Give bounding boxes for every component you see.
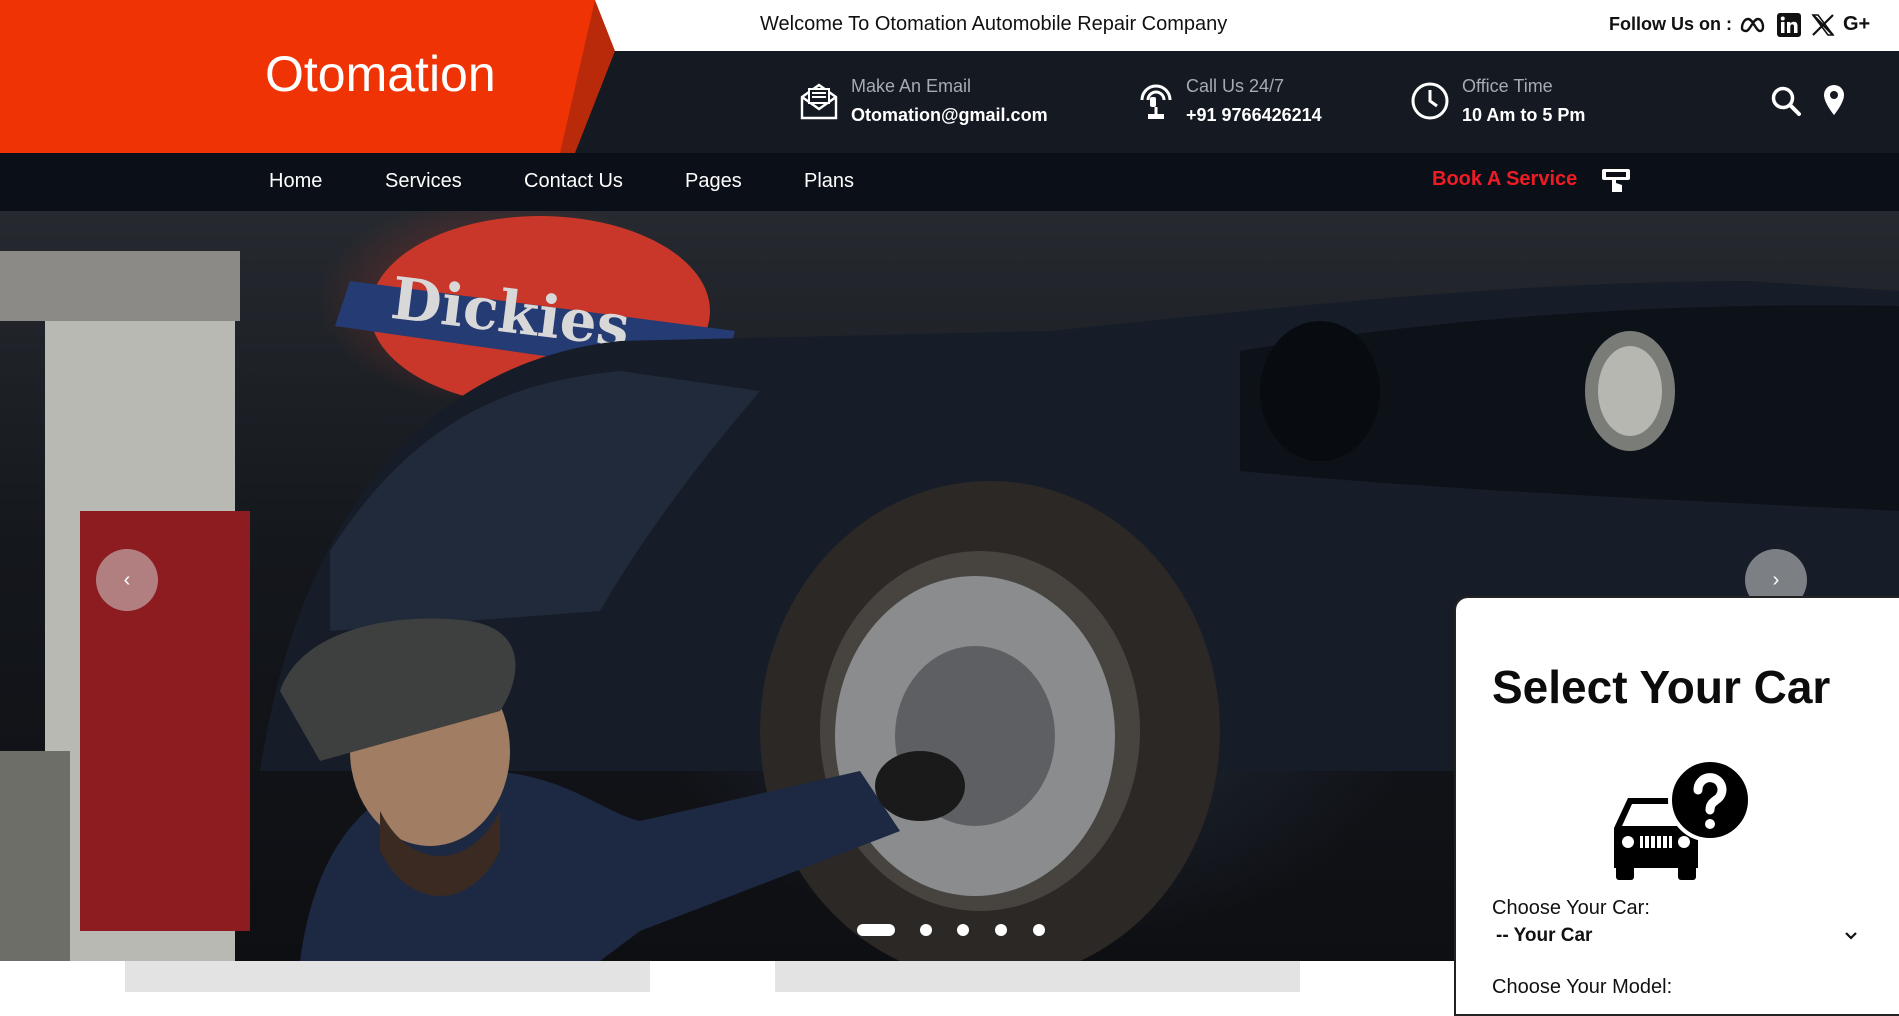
slider-dot[interactable] [995, 924, 1007, 936]
car-question-icon [1614, 758, 1752, 880]
site-logo[interactable]: Otomation [265, 45, 496, 103]
email-value[interactable]: Otomation@gmail.com [851, 105, 1048, 126]
office-info: Office Time 10 Am to 5 Pm [1462, 76, 1585, 126]
slider-prev-button[interactable]: ‹ [96, 549, 158, 611]
meta-icon[interactable] [1739, 12, 1765, 38]
welcome-text: Welcome To Otomation Automobile Repair C… [760, 13, 1228, 35]
feature-card [125, 961, 650, 992]
slider-dot[interactable] [920, 924, 932, 936]
choose-model-label: Choose Your Model: [1492, 976, 1673, 998]
slider-dot[interactable] [1033, 924, 1045, 936]
chevron-down-icon[interactable] [1844, 931, 1858, 941]
linkedin-icon[interactable] [1776, 12, 1802, 38]
phone-number[interactable]: +91 9766426214 [1186, 105, 1322, 126]
book-service-button[interactable]: Book A Service [1432, 168, 1577, 191]
feature-card [775, 961, 1300, 992]
email-label: Make An Email [851, 76, 972, 96]
call-info: Call Us 24/7 +91 9766426214 [1186, 76, 1322, 126]
follow-us-label: Follow Us on : [1609, 14, 1732, 34]
slider-dot[interactable] [957, 924, 969, 936]
nav-pages[interactable]: Pages [685, 170, 742, 193]
office-label: Office Time [1462, 76, 1553, 96]
car-select[interactable]: -- Your Car [1496, 925, 1592, 947]
nav-services[interactable]: Services [385, 170, 462, 193]
x-twitter-icon[interactable] [1810, 12, 1836, 38]
choose-car-label: Choose Your Car: [1492, 897, 1650, 919]
nav-home[interactable]: Home [269, 170, 322, 193]
main-nav: Home Services Contact Us Pages Plans Boo… [0, 153, 1899, 211]
office-hours: 10 Am to 5 Pm [1462, 105, 1586, 125]
envelope-icon [800, 83, 838, 120]
location-pin-icon[interactable] [1822, 84, 1846, 116]
call-label: Call Us 24/7 [1186, 76, 1285, 96]
search-icon[interactable] [1770, 85, 1802, 117]
panel-title: Select Your Car [1492, 661, 1831, 713]
google-plus-icon[interactable]: G+ [1843, 13, 1875, 39]
slider-dot-active[interactable] [857, 924, 895, 936]
clock-icon [1411, 82, 1449, 120]
nav-plans[interactable]: Plans [804, 170, 854, 193]
email-info: Make An Email Otomation@gmail.com [851, 76, 1048, 126]
service-hand-icon[interactable] [1600, 167, 1634, 199]
headset-icon [1140, 84, 1172, 119]
nav-contact-us[interactable]: Contact Us [524, 170, 623, 193]
